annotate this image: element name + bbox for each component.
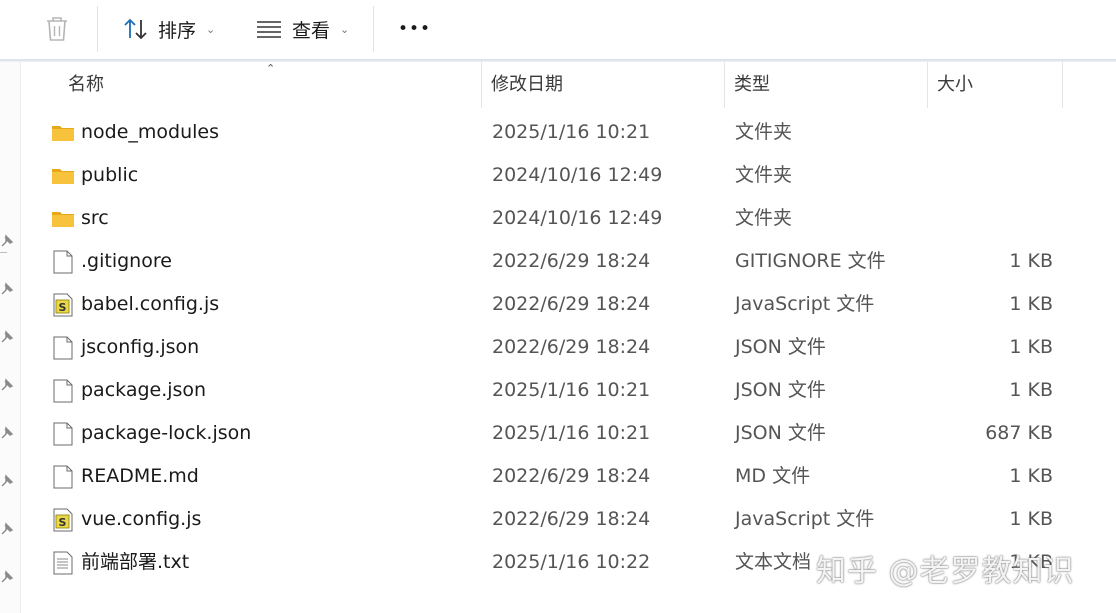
column-name-label: 名称 bbox=[68, 74, 104, 95]
pin-icon[interactable] bbox=[0, 330, 14, 344]
column-header: 名称 ⌃ 修改日期 类型 大小 bbox=[20, 62, 1116, 108]
pin-icon[interactable] bbox=[0, 474, 14, 488]
file-date: 2022/6/29 18:24 bbox=[492, 465, 651, 487]
file-name: src bbox=[81, 207, 109, 229]
sort-button[interactable]: 排序 ⌄ bbox=[122, 10, 215, 48]
chevron-down-icon: ⌄ bbox=[206, 22, 216, 36]
pin-icon[interactable] bbox=[0, 378, 14, 392]
file-name: vue.config.js bbox=[81, 508, 202, 530]
toolbar-divider bbox=[97, 6, 98, 52]
more-icon: ••• bbox=[398, 19, 432, 39]
svg-text:S: S bbox=[59, 516, 67, 529]
file-icon bbox=[51, 379, 75, 403]
view-label: 查看 bbox=[292, 19, 331, 42]
file-size: 1 KB bbox=[1009, 293, 1053, 315]
file-row[interactable]: node_modules 2025/1/16 10:21 文件夹 bbox=[20, 111, 1116, 154]
svg-text:S: S bbox=[59, 301, 67, 314]
command-bar: 排序 ⌄ 查看 ⌄ ••• bbox=[0, 0, 1116, 58]
file-row[interactable]: package.json 2025/1/16 10:21 JSON 文件 1 KB bbox=[20, 369, 1116, 412]
file-icon bbox=[51, 250, 75, 274]
column-header-date[interactable]: 修改日期 bbox=[482, 62, 725, 108]
column-date-label: 修改日期 bbox=[491, 74, 563, 95]
pin-icon[interactable] bbox=[0, 234, 14, 248]
file-name: README.md bbox=[81, 465, 199, 487]
view-button[interactable]: 查看 ⌄ bbox=[256, 10, 349, 48]
file-row[interactable]: .gitignore 2022/6/29 18:24 GITIGNORE 文件 1 K… bbox=[20, 240, 1116, 283]
file-row[interactable]: Sbabel.config.js 2022/6/29 18:24 JavaScrip… bbox=[20, 283, 1116, 326]
toolbar-divider bbox=[373, 6, 374, 52]
file-name: package.json bbox=[81, 379, 207, 401]
file-date: 2025/1/16 10:21 bbox=[492, 422, 651, 444]
sort-ascending-icon: ⌃ bbox=[266, 62, 276, 75]
file-row[interactable]: jsconfig.json 2022/6/29 18:24 JSON 文件 1 KB bbox=[20, 326, 1116, 369]
file-date: 2022/6/29 18:24 bbox=[492, 293, 651, 315]
js-file-icon: S bbox=[51, 293, 75, 317]
file-type: 文件夹 bbox=[735, 164, 793, 186]
file-type: JSON 文件 bbox=[735, 379, 826, 401]
file-row[interactable]: README.md 2022/6/29 18:24 MD 文件 1 KB bbox=[20, 455, 1116, 498]
file-row[interactable]: public 2024/10/16 12:49 文件夹 bbox=[20, 154, 1116, 197]
file-date: 2025/1/16 10:22 bbox=[492, 551, 651, 573]
file-type: 文件夹 bbox=[735, 121, 793, 143]
file-type: 文件夹 bbox=[735, 207, 793, 229]
chevron-down-icon: ⌄ bbox=[340, 22, 350, 36]
file-name: node_modules bbox=[81, 121, 220, 143]
column-type-label: 类型 bbox=[734, 74, 770, 95]
folder-icon bbox=[51, 121, 75, 145]
file-size: 1 KB bbox=[1009, 465, 1053, 487]
file-date: 2024/10/16 12:49 bbox=[492, 207, 663, 229]
text-file-icon bbox=[51, 551, 75, 575]
delete-button[interactable] bbox=[44, 10, 70, 48]
folder-icon bbox=[51, 164, 75, 188]
pin-icon[interactable] bbox=[0, 522, 14, 536]
file-size: 687 KB bbox=[985, 422, 1053, 444]
file-name: public bbox=[81, 164, 139, 186]
file-row[interactable]: package-lock.json 2025/1/16 10:21 JSON 文件 6… bbox=[20, 412, 1116, 455]
file-date: 2022/6/29 18:24 bbox=[492, 508, 651, 530]
file-row[interactable]: src 2024/10/16 12:49 文件夹 bbox=[20, 197, 1116, 240]
more-options-button[interactable]: ••• bbox=[398, 10, 431, 48]
file-date: 2022/6/29 18:24 bbox=[492, 336, 651, 358]
file-name: 前端部署.txt bbox=[81, 551, 190, 573]
file-icon bbox=[51, 422, 75, 446]
column-header-size[interactable]: 大小 bbox=[928, 62, 1063, 108]
watermark: 知乎 @老罗教知识 bbox=[816, 554, 1075, 589]
file-icon bbox=[51, 336, 75, 360]
sort-icon bbox=[124, 18, 147, 40]
trash-icon bbox=[47, 17, 67, 41]
file-icon bbox=[51, 465, 75, 489]
file-date: 2022/6/29 18:24 bbox=[492, 250, 651, 272]
pin-icon[interactable] bbox=[0, 570, 14, 584]
file-name: jsconfig.json bbox=[81, 336, 200, 358]
pin-icon[interactable] bbox=[0, 426, 14, 440]
sort-label: 排序 bbox=[158, 19, 197, 42]
file-type: JavaScript 文件 bbox=[735, 293, 875, 315]
file-size: 1 KB bbox=[1009, 250, 1053, 272]
file-row[interactable]: Svue.config.js 2022/6/29 18:24 JavaScript … bbox=[20, 498, 1116, 541]
file-type: MD 文件 bbox=[735, 465, 811, 487]
file-name: .gitignore bbox=[81, 250, 172, 272]
file-name: package-lock.json bbox=[81, 422, 252, 444]
file-date: 2025/1/16 10:21 bbox=[492, 121, 651, 143]
file-type: 文本文档 bbox=[735, 551, 812, 573]
file-size: 1 KB bbox=[1009, 336, 1053, 358]
file-name: babel.config.js bbox=[81, 293, 220, 315]
file-type: JavaScript 文件 bbox=[735, 508, 875, 530]
pin-icon[interactable] bbox=[0, 282, 14, 296]
js-file-icon: S bbox=[51, 508, 75, 532]
file-type: JSON 文件 bbox=[735, 422, 826, 444]
file-date: 2025/1/16 10:21 bbox=[492, 379, 651, 401]
column-size-label: 大小 bbox=[937, 74, 973, 95]
folder-icon bbox=[51, 207, 75, 231]
file-type: GITIGNORE 文件 bbox=[735, 250, 886, 272]
column-header-type[interactable]: 类型 bbox=[725, 62, 928, 108]
file-list: node_modules 2025/1/16 10:21 文件夹 public 2024… bbox=[20, 111, 1116, 584]
file-type: JSON 文件 bbox=[735, 336, 826, 358]
file-size: 1 KB bbox=[1009, 379, 1053, 401]
nav-marker bbox=[0, 252, 7, 253]
navigation-pane bbox=[0, 62, 21, 613]
view-list-icon bbox=[257, 21, 281, 38]
file-date: 2024/10/16 12:49 bbox=[492, 164, 663, 186]
file-size: 1 KB bbox=[1009, 508, 1053, 530]
